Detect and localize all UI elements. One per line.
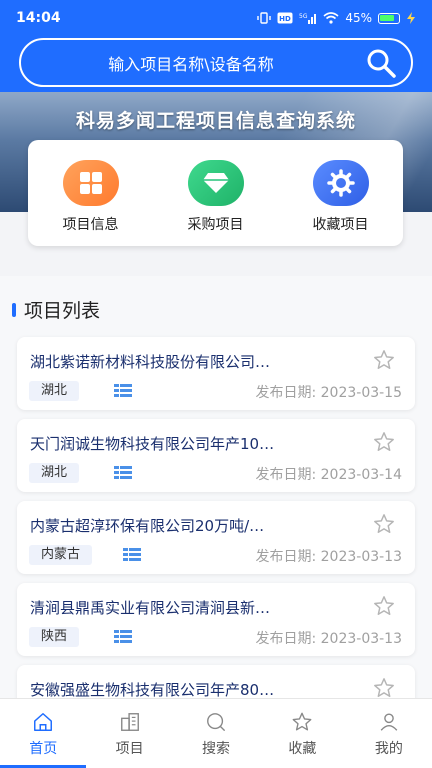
- publish-date: 发布日期: 2023-03-13: [255, 549, 402, 565]
- publish-date: 发布日期: 2023-03-13: [255, 631, 402, 647]
- svg-text:5G: 5G: [299, 13, 308, 20]
- status-icons: HD 5G 45%: [257, 11, 416, 25]
- publish-date: 发布日期: 2023-03-14: [255, 467, 402, 483]
- nav-label: 搜索: [202, 741, 231, 757]
- gear-icon: [312, 160, 369, 206]
- document-icon: [114, 384, 132, 397]
- nav-profile[interactable]: 我的: [346, 699, 432, 768]
- quick-item-procurement[interactable]: 采购项目: [166, 160, 266, 246]
- user-icon: [380, 713, 398, 731]
- project-card[interactable]: 清涧县鼎禹实业有限公司清涧县新… 陕西 发布日期: 2023-03-13: [17, 583, 415, 656]
- project-title: 天门润诚生物科技有限公司年产10…: [30, 435, 275, 453]
- nav-projects[interactable]: 项目: [86, 699, 172, 768]
- project-card[interactable]: 天门润诚生物科技有限公司年产10… 湖北 发布日期: 2023-03-14: [17, 419, 415, 492]
- star-icon: [293, 712, 312, 731]
- nav-search[interactable]: 搜索: [173, 699, 259, 768]
- quick-label: 收藏项目: [312, 217, 369, 233]
- search-icon[interactable]: [365, 47, 397, 79]
- star-icon[interactable]: [373, 349, 395, 371]
- quick-label: 采购项目: [187, 217, 244, 233]
- project-title: 湖北紫诺新材料科技股份有限公司…: [30, 353, 271, 371]
- star-icon[interactable]: [373, 513, 395, 535]
- section-mark: [12, 302, 16, 317]
- star-icon[interactable]: [373, 677, 395, 698]
- chat-search-icon: [207, 713, 225, 731]
- battery-percent: 45%: [345, 11, 372, 25]
- nav-home[interactable]: 首页: [0, 699, 86, 768]
- project-title: 内蒙古超淳环保有限公司20万吨/…: [30, 517, 265, 535]
- banner-title: 科易多闻工程项目信息查询系统: [75, 110, 356, 132]
- quick-menu: 项目信息 采购项目 收藏项目: [28, 140, 403, 246]
- charging-icon: [407, 12, 415, 24]
- hd-icon: HD: [277, 12, 293, 24]
- nav-label: 项目: [115, 741, 144, 757]
- wifi-icon: [323, 12, 339, 24]
- bottom-nav: 首页 项目 搜索 收藏 我的: [0, 698, 432, 768]
- region-tag: 湖北: [29, 463, 80, 483]
- project-card[interactable]: 内蒙古超淳环保有限公司20万吨/… 内蒙古 发布日期: 2023-03-13: [17, 501, 415, 574]
- star-icon[interactable]: [373, 595, 395, 617]
- header: 输入项目名称\设备名称: [0, 36, 432, 92]
- nav-favorites[interactable]: 收藏: [259, 699, 345, 768]
- project-card[interactable]: 安徽强盛生物科技有限公司年产80…: [17, 665, 415, 698]
- quick-item-project-info[interactable]: 项目信息: [41, 160, 141, 246]
- region-tag: 陕西: [29, 627, 80, 647]
- nav-label: 首页: [29, 741, 58, 757]
- quick-item-favorites[interactable]: 收藏项目: [291, 160, 391, 246]
- svg-text:HD: HD: [279, 15, 291, 23]
- project-card[interactable]: 湖北紫诺新材料科技股份有限公司… 湖北 发布日期: 2023-03-15: [17, 337, 415, 410]
- battery-icon: [378, 12, 400, 24]
- section-title: 项目列表: [24, 300, 101, 322]
- building-icon: [120, 713, 139, 731]
- search-placeholder: 输入项目名称\设备名称: [108, 54, 274, 74]
- status-bar: 14:04 HD 5G 45%: [0, 0, 432, 36]
- star-icon[interactable]: [373, 431, 395, 453]
- document-icon: [123, 548, 141, 561]
- project-title: 安徽强盛生物科技有限公司年产80…: [30, 681, 275, 698]
- project-title: 清涧县鼎禹实业有限公司清涧县新…: [30, 599, 271, 617]
- quick-label: 项目信息: [62, 217, 119, 233]
- document-icon: [114, 466, 132, 479]
- grid-icon: [62, 160, 119, 206]
- nav-label: 我的: [374, 741, 403, 757]
- diamond-icon: [187, 160, 244, 206]
- home-icon: [34, 713, 53, 731]
- status-time: 14:04: [16, 10, 61, 26]
- search-input[interactable]: 输入项目名称\设备名称: [19, 38, 413, 87]
- nav-label: 收藏: [288, 741, 317, 757]
- region-tag: 内蒙古: [29, 545, 93, 565]
- project-list-section: 项目列表 湖北紫诺新材料科技股份有限公司… 湖北 发布日期: 2023-03-1…: [0, 276, 432, 698]
- document-icon: [114, 630, 132, 643]
- vibrate-icon: [257, 12, 272, 24]
- section-header: 项目列表: [12, 296, 100, 323]
- publish-date: 发布日期: 2023-03-15: [255, 385, 402, 401]
- region-tag: 湖北: [29, 381, 80, 401]
- 5g-signal-icon: 5G: [299, 13, 317, 24]
